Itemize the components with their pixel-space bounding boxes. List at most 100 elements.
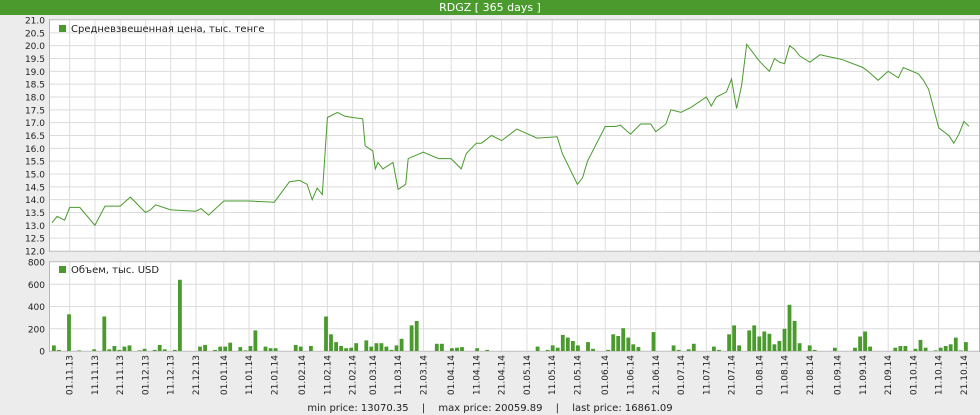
volume-bar bbox=[203, 344, 207, 351]
volume-bar bbox=[455, 347, 459, 351]
volume-bar bbox=[399, 338, 404, 351]
volume-bar bbox=[178, 279, 182, 351]
price-y-tick-label: 16.0 bbox=[25, 145, 45, 155]
volume-bar bbox=[691, 343, 696, 351]
x-tick-label: 21.04.14 bbox=[498, 355, 508, 395]
volume-y-tick-label: 0 bbox=[39, 348, 45, 358]
volume-legend-swatch bbox=[59, 266, 66, 273]
volume-bar bbox=[545, 349, 550, 351]
volume-gridlines bbox=[50, 261, 979, 352]
price-y-tick-label: 20.0 bbox=[25, 42, 45, 52]
volume-bar bbox=[324, 316, 328, 351]
volume-bar bbox=[727, 334, 731, 351]
volume-bar bbox=[354, 343, 359, 351]
volume-bar bbox=[152, 349, 157, 351]
volume-y-tick-label: 800 bbox=[28, 259, 45, 269]
volume-bar bbox=[162, 349, 167, 351]
volume-bars-group bbox=[52, 279, 968, 352]
price-y-tick-label: 19.0 bbox=[25, 68, 45, 78]
volume-bar bbox=[792, 321, 797, 351]
volume-bar bbox=[918, 339, 923, 351]
volume-bar bbox=[389, 349, 394, 351]
x-tick-label: 11.04.14 bbox=[472, 355, 482, 395]
price-y-tick-label: 15.0 bbox=[25, 171, 45, 181]
volume-bar bbox=[626, 337, 631, 351]
volume-bar bbox=[923, 347, 928, 351]
price-y-tick-label: 21.0 bbox=[25, 17, 45, 27]
x-tick-label: 21.09.14 bbox=[884, 355, 894, 395]
volume-bar bbox=[712, 346, 716, 351]
volume-bar bbox=[253, 330, 258, 351]
volume-bar bbox=[349, 347, 354, 351]
volume-bar bbox=[409, 325, 414, 351]
volume-bar bbox=[631, 344, 636, 351]
x-tick-label: 01.02.14 bbox=[298, 355, 308, 395]
x-tick-label: 01.12.13 bbox=[141, 355, 151, 395]
price-y-tick-label: 14.5 bbox=[25, 183, 45, 193]
volume-bar bbox=[414, 321, 419, 351]
volume-legend: Объем, тыс. USD bbox=[59, 265, 159, 276]
x-tick-label: 11.12.13 bbox=[167, 355, 177, 395]
x-tick-label: 11.05.14 bbox=[548, 355, 558, 395]
volume-bar bbox=[213, 349, 217, 351]
x-tick-label: 01.09.14 bbox=[834, 355, 844, 395]
price-y-tick-label: 17.0 bbox=[25, 119, 45, 129]
price-y-tick-label: 14.0 bbox=[25, 196, 45, 206]
volume-bar bbox=[737, 345, 741, 351]
volume-bar bbox=[555, 347, 560, 351]
volume-bar bbox=[636, 347, 641, 351]
volume-legend-label: Объем, тыс. USD bbox=[71, 265, 160, 276]
volume-bar bbox=[198, 346, 202, 351]
price-legend-label: Средневзвешенная цена, тыс. тенге bbox=[71, 24, 265, 35]
volume-bar bbox=[676, 349, 681, 351]
volume-bar bbox=[772, 344, 777, 351]
volume-bar bbox=[747, 330, 752, 351]
volume-bar bbox=[565, 337, 570, 351]
x-tick-label: 01.10.14 bbox=[909, 355, 919, 395]
price-y-tick-label: 13.0 bbox=[25, 222, 45, 232]
x-tick-label: 21.07.14 bbox=[728, 355, 738, 395]
footer-separator: | bbox=[555, 403, 560, 414]
x-tick-label: 21.02.14 bbox=[349, 355, 359, 395]
volume-bar bbox=[112, 346, 117, 351]
x-tick-label: 21.01.14 bbox=[270, 355, 280, 395]
volume-bar bbox=[948, 344, 953, 351]
x-tick-label: 11.11.13 bbox=[91, 355, 101, 395]
volume-bar bbox=[379, 343, 384, 351]
volume-bar bbox=[268, 348, 273, 351]
last-price-label: last price: 16861.09 bbox=[572, 403, 673, 414]
volume-bar bbox=[460, 347, 464, 351]
x-tick-label: 21.06.14 bbox=[652, 355, 662, 395]
volume-bar bbox=[671, 345, 676, 351]
max-price-label: max price: 20059.89 bbox=[438, 403, 543, 414]
volume-bar bbox=[450, 348, 454, 351]
volume-bar bbox=[933, 350, 938, 351]
volume-bar bbox=[329, 334, 333, 351]
x-tick-label: 11.06.14 bbox=[626, 355, 636, 395]
volume-bar bbox=[943, 346, 948, 351]
volume-bar bbox=[576, 345, 580, 351]
volume-bar bbox=[223, 346, 228, 351]
volume-bar bbox=[394, 345, 399, 351]
volume-bar bbox=[122, 346, 127, 351]
x-tick-label: 11.10.14 bbox=[935, 355, 945, 395]
price-y-tick-label: 18.0 bbox=[25, 94, 45, 104]
volume-bar bbox=[344, 348, 348, 351]
volume-bar bbox=[964, 342, 968, 351]
price-y-tick-label: 12.5 bbox=[25, 235, 45, 245]
volume-bar bbox=[172, 349, 177, 351]
volume-bar bbox=[621, 328, 626, 351]
x-tick-label: 11.08.14 bbox=[781, 355, 791, 395]
volume-bar bbox=[309, 346, 313, 351]
volume-bar bbox=[485, 349, 490, 351]
volume-bar bbox=[434, 343, 439, 351]
volume-bar bbox=[591, 348, 595, 351]
volume-bar bbox=[752, 325, 757, 351]
volume-bar bbox=[757, 336, 762, 351]
x-tick-label: 21.05.14 bbox=[573, 355, 583, 395]
volume-bar bbox=[782, 328, 787, 352]
x-tick-label: 21.03.14 bbox=[419, 355, 429, 395]
x-tick-label: 01.11.13 bbox=[66, 355, 76, 395]
volume-bar bbox=[858, 336, 862, 351]
volume-y-tick-label: 400 bbox=[28, 303, 45, 313]
